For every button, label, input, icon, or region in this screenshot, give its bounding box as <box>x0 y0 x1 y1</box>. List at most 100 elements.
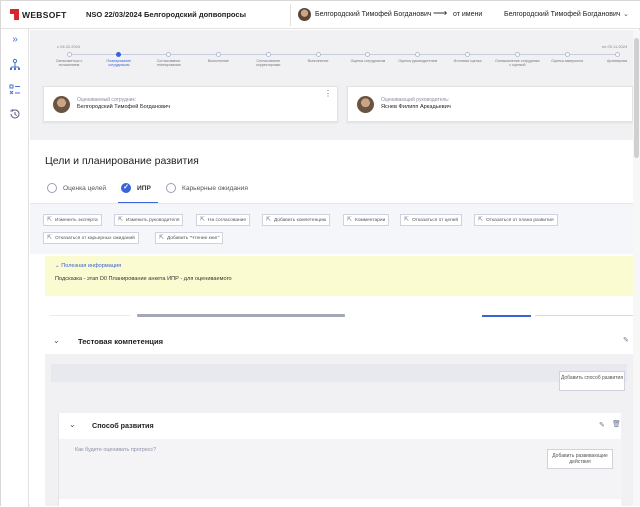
decline-development-plan-button[interactable]: ⇱ Отказаться от плана развития <box>474 214 558 226</box>
tab-label: Оценка целей <box>63 184 107 192</box>
employee-avatar <box>53 96 70 113</box>
page-title: Цели и планирование развития <box>45 155 199 167</box>
progress-question: Как будете оценивать прогресс? <box>75 447 157 453</box>
stepper-step-dot[interactable] <box>66 52 72 57</box>
edit-icon[interactable]: ✎ <box>599 421 605 429</box>
arrow-right-icon: ⟶ <box>433 8 448 19</box>
tab-goals-assessment[interactable]: Оценка целей <box>47 183 106 193</box>
add-development-actions-button[interactable]: Добавить развивающие действия <box>547 449 613 469</box>
stepper-step-dot[interactable] <box>465 52 471 57</box>
send-for-approval-button[interactable]: ⇱ На согласование <box>196 214 251 226</box>
competence-header[interactable]: ⌄ Тестовая компетенция ✎ <box>45 328 633 354</box>
stepper-step-label: Оценка сотрудником <box>350 59 386 63</box>
edit-icon[interactable]: ✎ <box>623 336 629 344</box>
external-link-icon: ⇱ <box>159 235 165 241</box>
employee-label: Оцениваемый сотрудник: <box>77 97 137 103</box>
stage-stepper: с 04.02.2024 по 09.11.2024 Ознакомиться … <box>30 30 633 74</box>
manager-card: Оценивающий руководитель: Яснев Филипп А… <box>347 86 633 122</box>
external-link-icon: ⇱ <box>200 217 206 223</box>
history-icon[interactable] <box>8 107 22 121</box>
external-link-icon: ⇱ <box>118 217 124 223</box>
impersonated-user-select[interactable]: Белгородский Тимофей Богданович <box>504 11 621 18</box>
stepper-step-dot[interactable] <box>166 52 172 57</box>
stepper-step-label: Согласование корректировки <box>256 59 281 68</box>
websoft-logo-icon <box>10 9 19 20</box>
context-title: NSO 22/03/2024 Белгородский допвопросы <box>86 10 246 19</box>
trash-icon[interactable]: 🗑 <box>612 420 621 428</box>
competence-title: Тестовая компетенция <box>78 337 164 346</box>
stepper-step-label: Ознакомление сотрудника с оценкой <box>495 59 540 68</box>
progress-indicator <box>482 315 531 317</box>
comments-button[interactable]: ⇱ Комментарии <box>343 214 390 226</box>
chevron-down-icon[interactable]: ⌄ <box>623 10 629 18</box>
user-avatar[interactable] <box>298 8 311 21</box>
external-link-icon: ⇱ <box>266 217 272 223</box>
decline-career-expectations-button[interactable]: ⇱ Отказаться от карьерных ожиданий <box>43 232 139 244</box>
stepper-step-dot[interactable] <box>415 52 421 57</box>
change-manager-button[interactable]: ⇱ Изменить руководителя <box>114 214 184 226</box>
stepper-step-label: Планирование сотрудником <box>106 59 132 68</box>
stepper-step-label: Выполнение <box>207 59 229 63</box>
stepper-step-dot[interactable] <box>365 52 371 57</box>
current-user-name[interactable]: Белгородский Тимофей Богданович <box>315 11 432 18</box>
change-expert-button[interactable]: ⇱ Изменить эксперта <box>43 214 102 226</box>
tab-label: ИПР <box>137 184 151 192</box>
decline-goals-button[interactable]: ⇱ Отказаться от целей <box>400 214 463 226</box>
tab-ipr[interactable]: ✓ ИПР <box>121 183 151 193</box>
stepper-step-dot[interactable] <box>614 52 620 57</box>
manager-avatar <box>357 96 374 113</box>
content-area: с 04.02.2024 по 09.11.2024 Ознакомиться … <box>30 30 633 506</box>
tasks-list-icon[interactable] <box>8 83 22 97</box>
external-link-icon: ⇱ <box>404 217 410 223</box>
stepper-step-label: Итоговая оценка <box>453 59 482 63</box>
stepper-step-dot[interactable] <box>564 52 570 57</box>
stepper-step-label: Согласование планирования <box>156 59 181 68</box>
stepper-step-dot[interactable] <box>514 52 520 57</box>
development-method-block: ⌄ Способ развития ✎ 🗑 Как будете оценива… <box>58 413 622 506</box>
banner-text: Подсказка - этап D0 Планирование анкета … <box>55 276 232 282</box>
from-label: от имени <box>453 11 483 18</box>
add-development-method-button[interactable]: Добавить способ развития <box>559 371 625 391</box>
chevron-down-icon[interactable]: ⌄ <box>53 336 60 345</box>
add-competence-button[interactable]: ⇱ Добавить компетенцию <box>262 214 331 226</box>
banner-toggle[interactable]: ⌄ Полезная информация <box>55 263 121 269</box>
placeholder-bar <box>50 315 130 316</box>
top-bar: WEBSOFT NSO 22/03/2024 Белгородский допв… <box>1 1 640 29</box>
external-link-icon: ⇱ <box>47 217 53 223</box>
add-reading-books-button[interactable]: ⇱ Добавить "Чтение книг" <box>155 232 224 244</box>
external-link-icon: ⇱ <box>478 217 484 223</box>
placeholder-bar <box>137 314 345 317</box>
radio-unchecked-icon <box>166 183 176 193</box>
radio-unchecked-icon <box>47 183 57 193</box>
employee-name[interactable]: Белгородский Тимофей Богданович <box>77 104 170 110</box>
chevron-down-icon[interactable]: ⌄ <box>69 420 76 429</box>
app-window: WEBSOFT NSO 22/03/2024 Белгородский допв… <box>0 0 640 507</box>
logo[interactable]: WEBSOFT <box>10 9 67 20</box>
check-circle-icon: ✓ <box>121 183 131 193</box>
scrollbar-thumb[interactable] <box>634 38 639 158</box>
loading-area <box>30 296 633 328</box>
stepper-step-label: Архивирова <box>607 59 627 63</box>
stepper-step-label: Оценка завершена <box>551 59 584 63</box>
stepper-step-label: Ознакомиться с положением <box>55 59 83 68</box>
action-toolbar: ⇱ Изменить эксперта ⇱ Изменить руководител… <box>30 204 633 254</box>
progress-track <box>535 315 633 316</box>
stepper-step-dot[interactable] <box>116 52 122 57</box>
development-method-title: Способ развития <box>92 421 154 430</box>
org-structure-icon[interactable] <box>8 58 22 72</box>
manager-name[interactable]: Яснев Филипп Аркадьевич <box>381 104 451 110</box>
stepper-step-label: Оценка руководителем <box>398 59 438 63</box>
stepper-step-dot[interactable] <box>315 52 321 57</box>
tab-label: Карьерные ожидания <box>182 184 248 192</box>
scrollbar[interactable] <box>633 30 640 506</box>
more-vertical-icon[interactable]: ⋮ <box>324 90 332 98</box>
stepper-step-dot[interactable] <box>265 52 271 57</box>
stepper-step-label: Выполнение <box>307 59 329 63</box>
expand-chevrons-icon[interactable]: » <box>8 33 22 47</box>
tab-career-expectations[interactable]: Карьерные ожидания <box>166 183 248 193</box>
development-panel: Цели и планирование развития Оценка целе… <box>30 140 633 506</box>
stepper-start-date: с 04.02.2024 <box>57 44 81 49</box>
external-link-icon: ⇱ <box>47 235 53 241</box>
info-banner: ⌄ Полезная информация Подсказка - этап D… <box>45 256 633 296</box>
stepper-step-dot[interactable] <box>215 52 221 57</box>
